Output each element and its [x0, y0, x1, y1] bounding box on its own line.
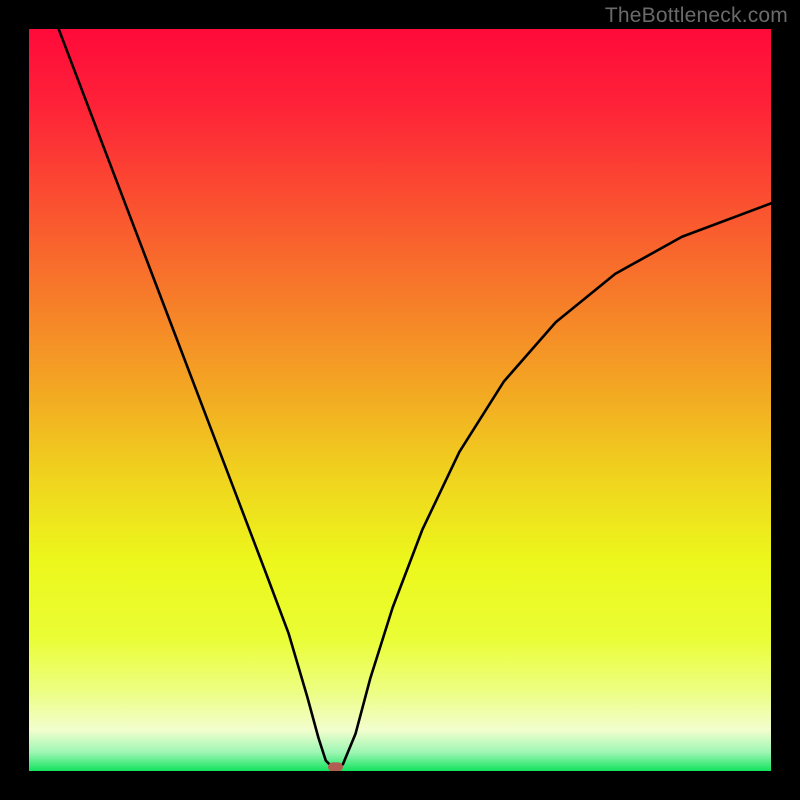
chart-frame: TheBottleneck.com [0, 0, 800, 800]
optimal-point-marker [328, 762, 343, 771]
bottleneck-chart [29, 29, 771, 771]
watermark-text: TheBottleneck.com [605, 4, 788, 28]
plot-area [29, 29, 771, 771]
gradient-background [29, 29, 771, 771]
